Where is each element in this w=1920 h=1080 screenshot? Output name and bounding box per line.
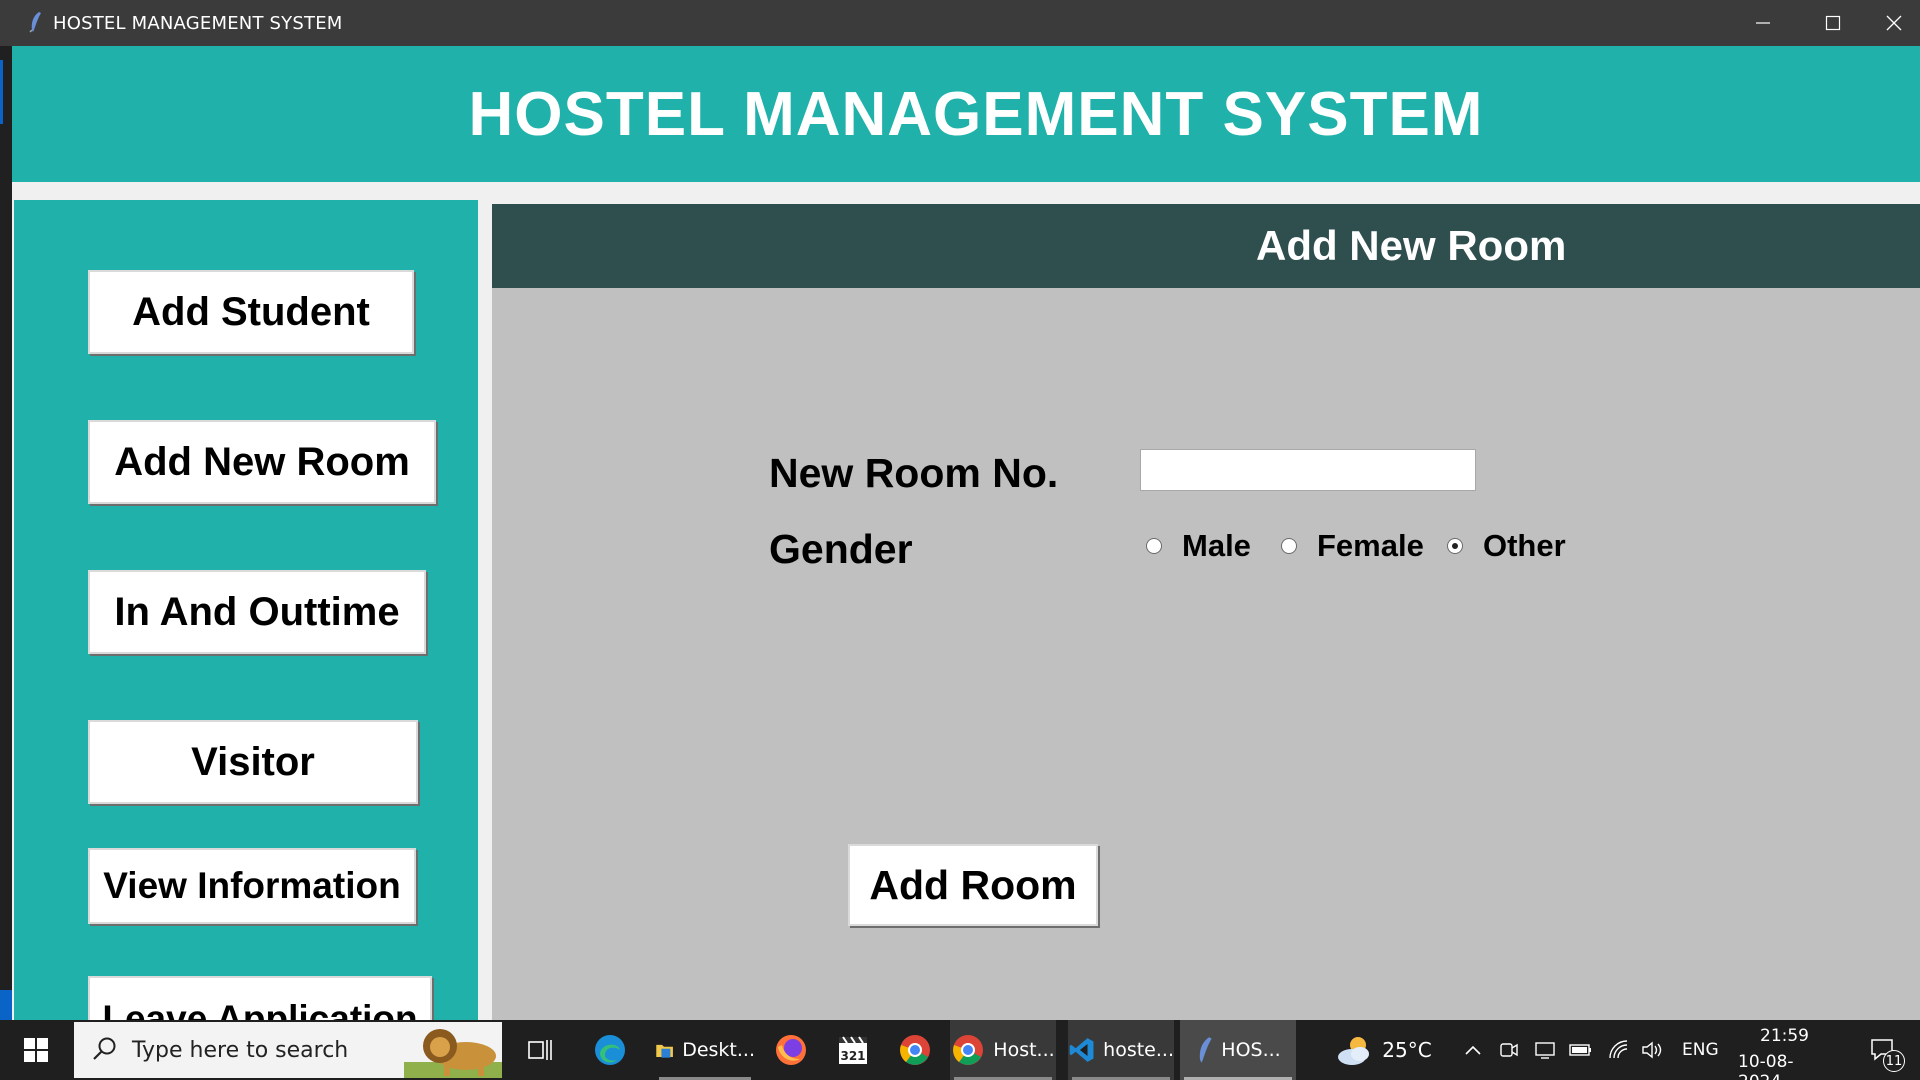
taskbar-edge[interactable] (585, 1020, 635, 1080)
windows-logo-icon (24, 1038, 48, 1062)
clock-time: 21:59 (1760, 1026, 1809, 1046)
gender-other-label: Other (1483, 528, 1566, 563)
battery-icon (1569, 1044, 1591, 1056)
app-window: HOSTEL MANAGEMENT SYSTEM Add Student Add… (12, 46, 1920, 1020)
taskbar-chrome-hostel[interactable]: Host... (950, 1020, 1056, 1080)
in-and-outtime-button[interactable]: In And Outtime (88, 570, 426, 654)
close-button[interactable] (1868, 0, 1920, 46)
add-room-button[interactable]: Add Room (848, 844, 1098, 926)
meet-icon (1500, 1043, 1518, 1057)
gender-label: Gender (769, 526, 913, 572)
notification-count-badge: 11 (1883, 1050, 1905, 1072)
minimize-icon (1756, 22, 1770, 24)
input-language[interactable]: ENG (1682, 1040, 1719, 1060)
sidebar: Add Student Add New Room In And Outtime … (14, 200, 478, 1020)
taskbar: Type here to search Deskt... 321 Host...… (0, 1020, 1920, 1080)
file-explorer-label: Deskt... (682, 1039, 755, 1061)
file-explorer-icon (656, 1044, 673, 1058)
add-new-room-button[interactable]: Add New Room (88, 420, 436, 504)
taskbar-vscode[interactable]: hoste... (1068, 1020, 1174, 1080)
tray-meet-now[interactable] (1494, 1020, 1524, 1080)
taskbar-file-explorer[interactable]: Deskt... (655, 1020, 755, 1080)
gender-male-radio[interactable]: Male (1146, 528, 1251, 564)
window-titlebar[interactable]: HOSTEL MANAGEMENT SYSTEM (0, 0, 1920, 46)
lion-illustration-icon (404, 1029, 502, 1078)
hostel-app-window-label: HOS... (1221, 1039, 1281, 1061)
room-number-input[interactable] (1140, 449, 1476, 491)
visitor-button[interactable]: Visitor (88, 720, 418, 804)
search-icon (93, 1037, 116, 1060)
feather-icon (29, 12, 41, 33)
tray-volume[interactable] (1638, 1020, 1668, 1080)
panel-header: Add New Room (492, 204, 1920, 288)
vscode-window-label: hoste... (1103, 1039, 1174, 1061)
video-editor-icon: 321 (839, 1036, 867, 1064)
edge-accent (0, 990, 12, 1020)
taskbar-firefox[interactable] (766, 1020, 816, 1080)
svg-text:321: 321 (840, 1049, 865, 1063)
taskbar-task-view[interactable] (515, 1020, 565, 1080)
window-left-edge (0, 46, 12, 1020)
gender-female-label: Female (1317, 528, 1424, 563)
tray-wifi[interactable] (1604, 1020, 1634, 1080)
main-panel: Add New Room New Room No. Gender Male Fe… (492, 204, 1920, 1020)
leave-application-button[interactable]: Leave Application (88, 976, 432, 1020)
gender-other-radio[interactable]: Other (1447, 528, 1566, 564)
taskbar-search-box[interactable]: Type here to search (74, 1022, 502, 1078)
edge-icon (595, 1035, 625, 1065)
chrome-icon (953, 1035, 984, 1065)
task-view-icon (528, 1040, 552, 1060)
clock-date: 10-08-2024 (1738, 1052, 1794, 1080)
gender-female-radio[interactable]: Female (1281, 528, 1424, 564)
tray-battery[interactable] (1566, 1020, 1596, 1080)
tray-overflow-button[interactable] (1458, 1020, 1488, 1080)
wifi-icon (1609, 1040, 1628, 1059)
gender-male-label: Male (1182, 528, 1251, 563)
taskbar-chrome[interactable] (890, 1020, 940, 1080)
tray-display[interactable] (1530, 1020, 1560, 1080)
radio-button-icon (1281, 538, 1297, 554)
taskbar-hostel-app[interactable]: HOS... (1180, 1020, 1296, 1080)
search-placeholder: Type here to search (132, 1038, 349, 1063)
notification-center-button[interactable]: 11 (1858, 1020, 1908, 1080)
taskbar-weather[interactable]: 25°C (1328, 1020, 1438, 1080)
radio-button-selected-icon (1447, 538, 1463, 554)
taskbar-video-editor[interactable]: 321 (828, 1020, 878, 1080)
chevron-up-icon (1465, 1045, 1481, 1055)
app-title: HOSTEL MANAGEMENT SYSTEM (468, 79, 1484, 149)
maximize-icon (1825, 15, 1841, 31)
edge-accent (0, 60, 3, 124)
panel-title: Add New Room (1256, 222, 1567, 269)
feather-icon (1200, 1037, 1212, 1063)
weather-temperature: 25°C (1382, 1038, 1432, 1062)
chrome-window-label: Host... (993, 1039, 1055, 1061)
start-button[interactable] (0, 1020, 72, 1080)
add-student-button[interactable]: Add Student (88, 270, 414, 354)
room-number-label: New Room No. (769, 450, 1059, 496)
close-icon (1886, 15, 1902, 31)
display-icon (1535, 1042, 1555, 1059)
minimize-button[interactable] (1728, 0, 1798, 46)
app-header: HOSTEL MANAGEMENT SYSTEM (12, 46, 1920, 182)
radio-button-icon (1146, 538, 1162, 554)
maximize-button[interactable] (1798, 0, 1868, 46)
firefox-icon (776, 1035, 806, 1065)
view-information-button[interactable]: View Information (88, 848, 416, 924)
partly-cloudy-icon (1338, 1037, 1370, 1065)
window-title: HOSTEL MANAGEMENT SYSTEM (53, 13, 343, 34)
chrome-icon (900, 1035, 930, 1065)
vscode-icon (1069, 1038, 1094, 1062)
speaker-icon (1642, 1041, 1662, 1059)
taskbar-clock[interactable]: 21:59 10-08-2024 (1732, 1020, 1832, 1080)
